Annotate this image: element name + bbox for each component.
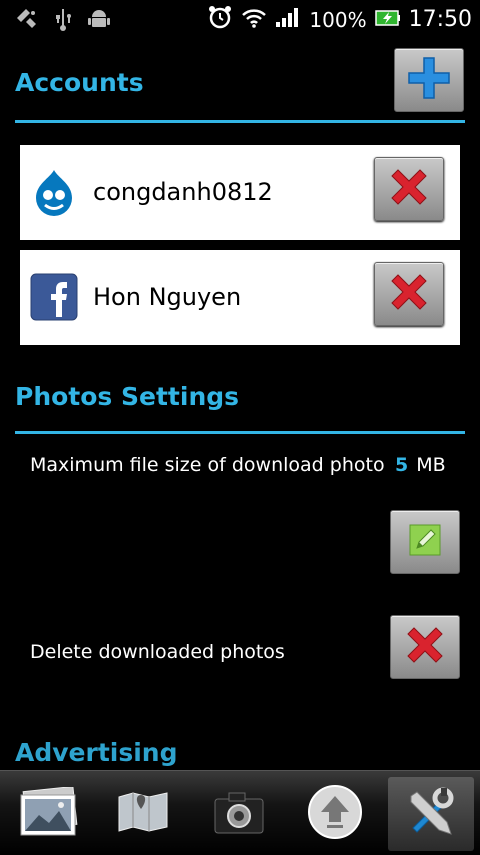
drupal-icon xyxy=(30,168,78,216)
facebook-icon xyxy=(30,273,78,321)
photos-settings-title: Photos Settings xyxy=(15,382,240,411)
photos-settings-divider xyxy=(15,431,465,434)
delete-account-button[interactable] xyxy=(374,157,444,221)
max-file-size-value: 5 MB xyxy=(395,454,446,476)
camera-icon xyxy=(211,787,267,841)
delete-photos-label: Delete downloaded photos xyxy=(30,641,285,663)
add-account-button[interactable] xyxy=(394,48,464,112)
max-file-size-number: 5 xyxy=(395,454,409,476)
usb-icon xyxy=(54,6,72,36)
battery-percent: 100% xyxy=(309,7,367,32)
delete-account-button[interactable] xyxy=(374,262,444,326)
tab-gallery[interactable] xyxy=(6,777,92,851)
wifi-icon xyxy=(241,5,267,34)
close-icon xyxy=(386,269,432,319)
android-debug-icon xyxy=(86,6,112,36)
signal-icon xyxy=(275,6,301,33)
edit-icon xyxy=(407,522,443,562)
tab-camera[interactable] xyxy=(196,777,282,851)
accounts-divider xyxy=(15,120,465,123)
plus-icon xyxy=(405,54,453,106)
upload-icon xyxy=(307,784,363,844)
advertising-title: Advertising xyxy=(15,738,178,767)
close-icon xyxy=(386,164,432,214)
settings-tools-icon xyxy=(403,784,459,844)
tab-upload[interactable] xyxy=(292,777,378,851)
account-name: Hon Nguyen xyxy=(93,283,242,311)
map-icon xyxy=(115,789,171,839)
account-name: congdanh0812 xyxy=(93,178,273,206)
accounts-title: Accounts xyxy=(15,68,144,97)
account-row-drupal[interactable]: congdanh0812 xyxy=(20,145,460,240)
account-row-facebook[interactable]: Hon Nguyen xyxy=(20,250,460,345)
max-file-size-unit: MB xyxy=(416,454,446,476)
clock: 17:50 xyxy=(408,7,472,32)
edit-max-file-size-button[interactable] xyxy=(390,510,460,574)
delete-photos-button[interactable] xyxy=(390,615,460,679)
gps-icon xyxy=(14,6,40,36)
bottom-tab-bar xyxy=(0,770,480,855)
battery-charging-icon xyxy=(374,8,401,32)
alarm-icon xyxy=(207,4,233,35)
tab-map[interactable] xyxy=(100,777,186,851)
max-file-size-label: Maximum file size of download photo xyxy=(30,454,385,476)
tab-settings[interactable] xyxy=(388,777,474,851)
close-icon xyxy=(402,622,448,672)
gallery-icon xyxy=(17,785,81,841)
status-bar: 100% 17:50 xyxy=(0,0,480,40)
